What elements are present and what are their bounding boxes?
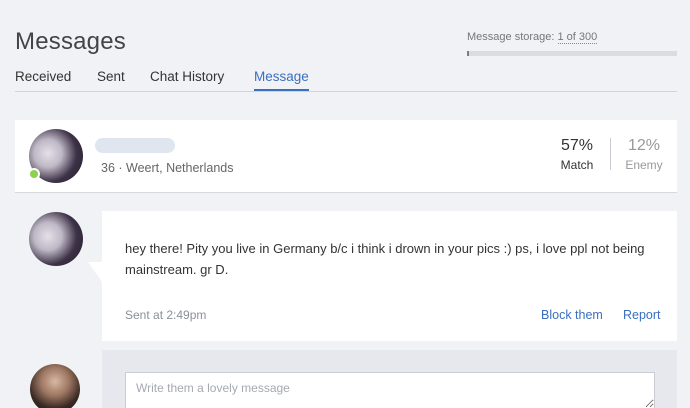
storage-label: Message storage: [467, 31, 555, 43]
message-timestamp: Sent at 2:49pm [125, 308, 207, 322]
report-button[interactable]: Report [623, 308, 661, 322]
profile-card: 36 · Weert, Netherlands 57% Match 12% En… [15, 120, 677, 193]
compose-area [102, 350, 677, 408]
online-status-indicator [28, 168, 40, 180]
tab-received[interactable]: Received [15, 69, 71, 84]
my-avatar [30, 364, 80, 408]
block-button[interactable]: Block them [541, 308, 603, 322]
message-bubble: hey there! Pity you live in Germany b/c … [102, 211, 677, 341]
bubble-tail [88, 262, 102, 282]
messages-page: Messages Message storage: 1 of 300 Recei… [0, 0, 690, 408]
tab-chat-history[interactable]: Chat History [150, 69, 224, 84]
username-redacted[interactable] [95, 138, 175, 153]
match-percentage: 57% [560, 137, 594, 154]
storage-count[interactable]: 1 of 300 [557, 31, 598, 44]
match-label: Match [560, 158, 594, 172]
storage-progress-fill [467, 51, 469, 56]
enemy-percentage: 12% [627, 137, 661, 154]
message-text: hey there! Pity you live in Germany b/c … [125, 241, 645, 277]
profile-meta: 36 · Weert, Netherlands [101, 161, 234, 175]
tab-sent[interactable]: Sent [97, 69, 125, 84]
enemy-stat: 12% Enemy [621, 137, 667, 172]
tab-message[interactable]: Message [254, 69, 309, 91]
message-input[interactable] [125, 372, 655, 408]
enemy-label: Enemy [625, 158, 663, 172]
match-stat: 57% Match [555, 137, 599, 172]
stat-divider [610, 138, 611, 170]
message-tabs: Received Sent Chat History Message [15, 66, 677, 92]
sender-avatar[interactable] [29, 212, 83, 266]
page-title: Messages [15, 28, 126, 55]
message-storage: Message storage: 1 of 300 [467, 31, 598, 44]
storage-progress-bar [467, 51, 677, 56]
